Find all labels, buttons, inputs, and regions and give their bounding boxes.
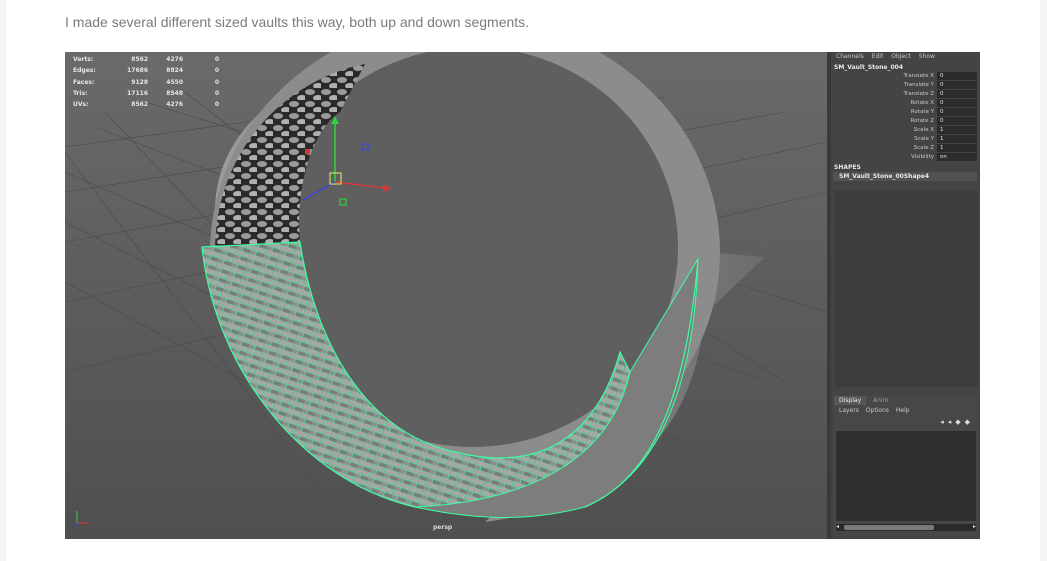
menu-channels[interactable]: Channels — [836, 53, 864, 60]
layer-list[interactable] — [836, 431, 976, 521]
channel-rotate-z[interactable]: Rotate Z 0 — [831, 117, 980, 126]
horizontal-scrollbar[interactable]: ◂ ▸ — [836, 523, 976, 531]
tab-anim[interactable]: Anim — [868, 396, 893, 405]
hud-cell: 8824 — [166, 67, 183, 75]
hud-cell: 0 — [214, 78, 219, 86]
hud-cell: 0 — [214, 101, 219, 109]
channel-visibility[interactable]: Visibility on — [831, 153, 980, 162]
channel-translate-z[interactable]: Translate Z 0 — [831, 90, 980, 99]
hud-cell: 8562 — [131, 101, 148, 109]
object-name[interactable]: SM_Vault_Stone_004 — [834, 64, 903, 71]
menu-edit[interactable]: Edit — [872, 53, 884, 60]
poly-count-hud: Verts: 8562 4276 0 Edges: 17686 8824 0 Faces: 912… — [73, 54, 219, 110]
channel-value[interactable]: 0 — [937, 72, 977, 80]
hud-cell: 9128 — [131, 78, 148, 86]
channel-value[interactable]: 0 — [937, 117, 977, 125]
scrollbar-thumb[interactable] — [844, 525, 934, 530]
channel-value[interactable]: 1 — [937, 135, 977, 143]
hud-cell: 0 — [214, 67, 219, 75]
menu-object[interactable]: Object — [891, 53, 911, 60]
hud-cell: Tris: — [73, 90, 88, 98]
shape-node-item[interactable]: SM_Vault_Stone_00Shape4 — [833, 172, 977, 181]
tab-display[interactable]: Display — [834, 396, 867, 405]
channel-value[interactable]: on — [937, 153, 977, 161]
hud-cell: UVs: — [73, 101, 89, 109]
shapes-header: SHAPES — [834, 164, 861, 171]
maya-screenshot: Verts: 8562 4276 0 Edges: 17686 8824 0 Faces: 912… — [65, 52, 980, 539]
hud-row: UVs: 8562 4276 0 — [73, 99, 219, 110]
channel-rotate-x[interactable]: Rotate X 0 — [831, 99, 980, 108]
menu-show[interactable]: Show — [919, 53, 935, 60]
hud-cell: Edges: — [73, 67, 96, 75]
channel-scale-y[interactable]: Scale Y 1 — [831, 135, 980, 144]
channel-box-panel: Channels Edit Object Show SM_Vault_Stone… — [831, 52, 980, 539]
channel-box-menu: Channels Edit Object Show — [836, 53, 941, 60]
channel-scale-z[interactable]: Scale Z 1 — [831, 144, 980, 153]
channel-value[interactable]: 0 — [937, 81, 977, 89]
hud-row: Faces: 9128 4550 0 — [73, 77, 219, 88]
channel-translate-x[interactable]: Translate X 0 — [831, 72, 980, 81]
channel-translate-y[interactable]: Translate Y 0 — [831, 81, 980, 90]
hud-row: Tris: 17116 8548 0 — [73, 88, 219, 99]
hud-cell: 4276 — [166, 101, 183, 109]
menu-help[interactable]: Help — [896, 407, 910, 414]
hud-cell: Faces: — [73, 78, 95, 86]
channel-rotate-y[interactable]: Rotate Y 0 — [831, 108, 980, 117]
scroll-right-icon[interactable]: ▸ — [973, 523, 976, 530]
layer-editor-tabs: Display Anim — [834, 396, 978, 405]
hud-cell: 8548 — [166, 90, 183, 98]
hud-cell: 4550 — [166, 78, 183, 86]
axis-orientation-icon — [72, 511, 89, 528]
channel-value[interactable]: 1 — [937, 144, 977, 152]
hud-cell: 0 — [214, 56, 219, 64]
channel-value[interactable]: 1 — [937, 126, 977, 134]
channel-value[interactable]: 0 — [937, 99, 977, 107]
channel-value[interactable]: 0 — [937, 90, 977, 98]
perspective-viewport[interactable]: Verts: 8562 4276 0 Edges: 17686 8824 0 Faces: 912… — [65, 52, 827, 539]
channel-value[interactable]: 0 — [937, 108, 977, 116]
new-layer-from-selection-icon[interactable]: ◆ — [965, 418, 974, 426]
hud-cell: 8562 — [131, 56, 148, 64]
menu-options[interactable]: Options — [866, 407, 889, 414]
hud-row: Verts: 8562 4276 0 — [73, 54, 219, 65]
layer-move-up-icon[interactable]: ◂ — [940, 418, 948, 426]
channel-box-empty-area — [834, 190, 978, 387]
layer-editor-menu: Layers Options Help — [839, 407, 915, 414]
hud-cell: 0 — [214, 90, 219, 98]
channel-scale-x[interactable]: Scale X 1 — [831, 126, 980, 135]
hud-cell: 17116 — [127, 90, 148, 98]
hud-row: Edges: 17686 8824 0 — [73, 65, 219, 76]
new-layer-icon[interactable]: ◆ — [955, 418, 964, 426]
hud-cell: 17686 — [127, 67, 148, 75]
layer-buttons: ◂◂◆◆ — [940, 418, 974, 426]
menu-layers[interactable]: Layers — [839, 407, 859, 414]
hud-cell: 4276 — [166, 56, 183, 64]
article-caption: I made several different sized vaults th… — [65, 14, 530, 30]
viewport-scene — [65, 52, 827, 539]
hud-cell: Verts: — [73, 56, 94, 64]
scroll-left-icon[interactable]: ◂ — [836, 523, 839, 530]
layer-editor: Display Anim Layers Options Help ◂ ◂ ◆◆ ◂ … — [834, 396, 978, 536]
camera-label: persp — [433, 524, 453, 531]
